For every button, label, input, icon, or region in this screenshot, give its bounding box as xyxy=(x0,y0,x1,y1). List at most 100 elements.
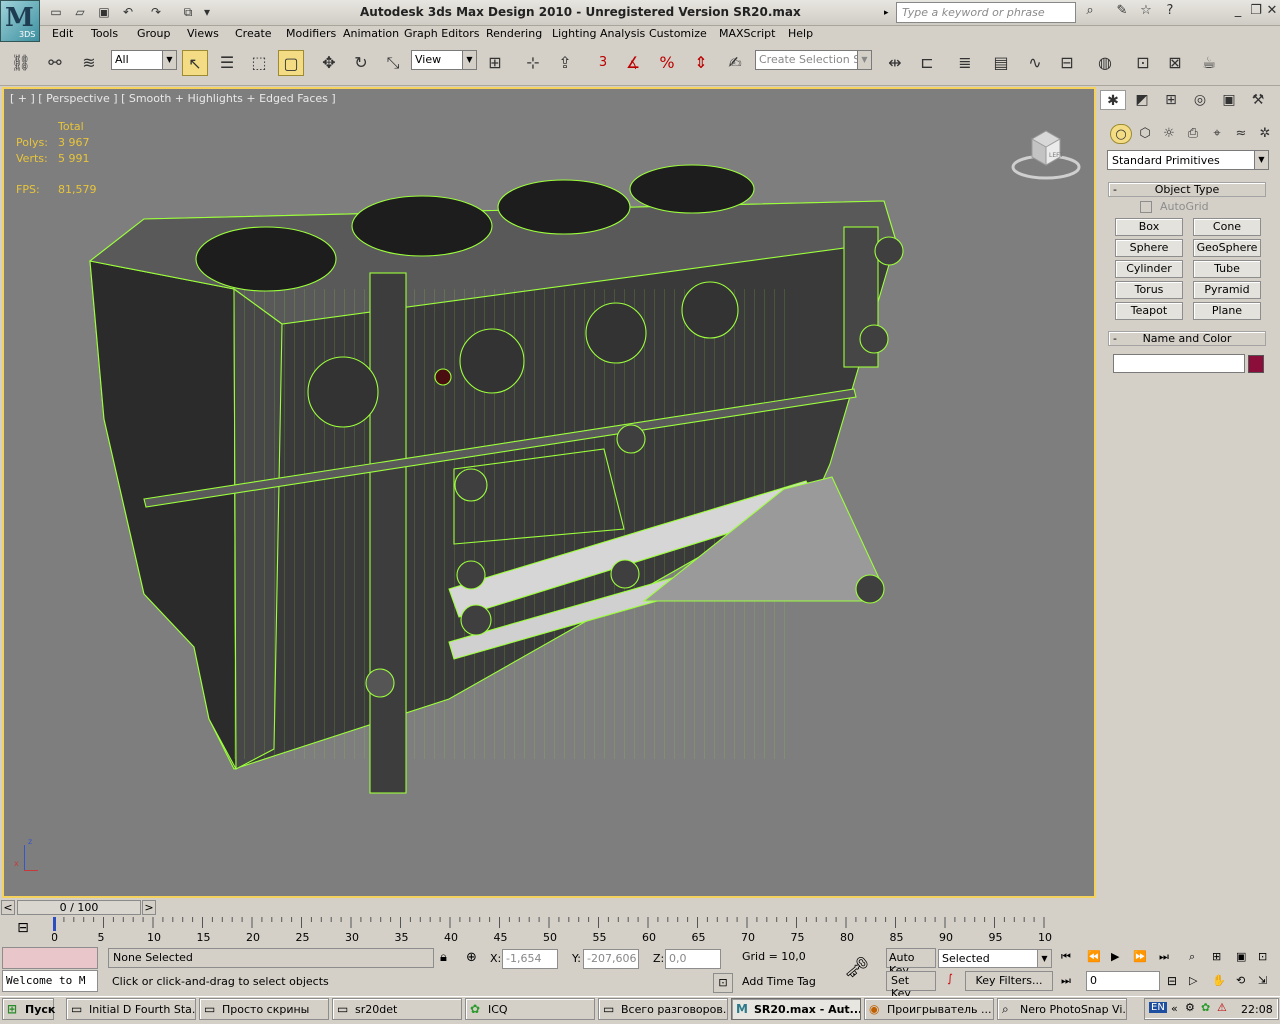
select-and-move-icon[interactable]: ✥ xyxy=(316,50,342,76)
close-icon[interactable]: ✕ xyxy=(1262,3,1280,21)
cone-button[interactable]: Cone xyxy=(1193,218,1261,236)
shapes-category-icon[interactable]: ⬡ xyxy=(1134,124,1156,144)
key-filters-button[interactable]: Key Filters... xyxy=(965,971,1053,991)
zoom-extents-icon[interactable]: ▣ xyxy=(1236,950,1246,963)
pyramid-button[interactable]: Pyramid xyxy=(1193,281,1261,299)
time-configuration-icon[interactable]: ⊟ xyxy=(1167,974,1177,988)
search-binoculars-icon[interactable]: ⌕ xyxy=(1080,3,1100,21)
network-icon[interactable]: ⚙ xyxy=(1185,1001,1195,1014)
geosphere-button[interactable]: GeoSphere xyxy=(1193,239,1261,257)
communication-center-icon[interactable]: ✎ xyxy=(1112,3,1132,21)
open-file-icon[interactable]: ▱ xyxy=(70,3,90,21)
next-frame-icon[interactable]: ⏩ xyxy=(1133,950,1147,963)
object-color-swatch[interactable] xyxy=(1248,355,1264,373)
spinner-snap-icon[interactable]: ⇕ xyxy=(688,50,714,76)
menu-rendering[interactable]: Rendering xyxy=(486,27,542,40)
menu-modifiers[interactable]: Modifiers xyxy=(286,27,336,40)
pan-view-icon[interactable]: ✋ xyxy=(1212,974,1226,987)
absolute-mode-icon[interactable]: ⊕ xyxy=(466,950,477,965)
task-icq[interactable]: ✿ ICQ xyxy=(465,998,595,1020)
task-nero-photosnap[interactable]: ⌕ Nero PhotoSnap Vi... xyxy=(997,998,1127,1020)
search-input[interactable]: Type a keyword or phrase xyxy=(896,2,1076,23)
lock-selection-icon[interactable]: 🔒︎ xyxy=(440,950,447,965)
menu-graph-editors[interactable]: Graph Editors xyxy=(404,27,480,40)
time-slider-next-button[interactable]: > xyxy=(142,900,156,915)
menu-create[interactable]: Create xyxy=(235,27,272,40)
render-setup-icon[interactable]: ⊡ xyxy=(1130,50,1156,76)
goto-start-icon[interactable]: ⏮ xyxy=(1061,950,1071,964)
menu-animation[interactable]: Animation xyxy=(343,27,399,40)
viewcube[interactable]: LEFT xyxy=(1010,121,1082,181)
autogrid-checkbox[interactable]: AutoGrid xyxy=(1140,200,1209,213)
maxscript-listener-macro[interactable] xyxy=(2,947,98,969)
x-coord-field[interactable]: -1,654 xyxy=(502,949,558,969)
previous-frame-icon[interactable]: ⏪ xyxy=(1087,950,1101,963)
rectangular-selection-icon[interactable]: ⬚ xyxy=(246,50,272,76)
icq-tray-icon[interactable]: ✿ xyxy=(1201,1001,1210,1014)
menu-maxscript[interactable]: MAXScript xyxy=(719,27,775,40)
zoom-icon[interactable]: ⌕ xyxy=(1189,950,1195,964)
menu-help[interactable]: Help xyxy=(788,27,813,40)
favorites-star-icon[interactable]: ☆ xyxy=(1136,3,1156,21)
time-slider-thumb[interactable]: 0 / 100 xyxy=(17,900,141,915)
help-icon[interactable]: ? xyxy=(1160,3,1180,21)
zoom-extents-all-icon[interactable]: ⊡ xyxy=(1258,950,1267,963)
object-type-rollout-header[interactable]: - Object Type xyxy=(1108,182,1266,197)
menu-lighting-analysis[interactable]: Lighting Analysis xyxy=(552,27,645,40)
y-coord-field[interactable]: -207,606 xyxy=(583,949,639,969)
named-selection-set-input[interactable]: Create Selection Se ▼ xyxy=(755,50,872,70)
set-key-button[interactable]: Set Key xyxy=(886,971,936,1000)
time-slider-prev-button[interactable]: < xyxy=(1,900,15,915)
systems-category-icon[interactable]: ✲ xyxy=(1254,124,1276,144)
project-folder-icon[interactable]: ⧉ xyxy=(178,3,198,21)
add-time-tag-button[interactable]: Add Time Tag xyxy=(738,973,834,993)
field-of-view-icon[interactable]: ▷ xyxy=(1189,974,1197,987)
display-tab-icon[interactable]: ▣ xyxy=(1216,90,1242,110)
orbit-icon[interactable]: ⟲ xyxy=(1236,974,1245,987)
search-expand-icon[interactable]: ▸ xyxy=(884,3,896,23)
utilities-tab-icon[interactable]: ⚒ xyxy=(1245,90,1271,110)
start-button[interactable]: ⊞ Пуск xyxy=(2,998,55,1020)
mini-curve-editor-icon[interactable]: ⊟ xyxy=(10,920,36,942)
torus-button[interactable]: Torus xyxy=(1115,281,1183,299)
helpers-category-icon[interactable]: ⌖ xyxy=(1206,124,1228,144)
select-by-name-icon[interactable]: ☰ xyxy=(214,50,240,76)
task-initial-d[interactable]: ▭ Initial D Fourth Sta... xyxy=(66,998,196,1020)
task-prosto-skriny[interactable]: ▭ Просто скрины xyxy=(199,998,329,1020)
save-icon[interactable]: ▣ xyxy=(94,3,114,21)
percent-snap-icon[interactable]: % xyxy=(654,50,680,76)
material-editor-icon[interactable]: ◍ xyxy=(1092,50,1118,76)
geometry-category-icon[interactable]: ○ xyxy=(1110,124,1132,144)
task-3dsmax[interactable]: M SR20.max - Aut... xyxy=(731,998,861,1020)
select-and-manipulate-icon[interactable]: ⊹ xyxy=(520,50,546,76)
quick-access-dropdown-icon[interactable]: ▾ xyxy=(200,3,214,21)
maxscript-listener-output[interactable]: Welcome to M xyxy=(2,970,98,992)
z-coord-field[interactable]: 0,0 xyxy=(665,949,721,969)
primitive-category-dropdown[interactable]: Standard Primitives ▼ xyxy=(1107,150,1269,170)
teapot-button[interactable]: Teapot xyxy=(1115,302,1183,320)
default-tangents-icon[interactable]: ∫ xyxy=(940,972,960,992)
reference-coordinate-dropdown[interactable]: View ▼ xyxy=(411,50,477,70)
object-name-input[interactable] xyxy=(1113,354,1245,373)
space-warps-category-icon[interactable]: ≈ xyxy=(1230,124,1252,144)
menu-customize[interactable]: Customize xyxy=(649,27,707,40)
menu-tools[interactable]: Tools xyxy=(91,27,118,40)
goto-end-icon[interactable]: ⏭ xyxy=(1159,950,1169,964)
redo-icon[interactable]: ↷ xyxy=(146,3,166,21)
window-crossing-icon[interactable]: ▢ xyxy=(278,50,304,76)
pivot-center-icon[interactable]: ⊞ xyxy=(482,50,508,76)
select-and-scale-icon[interactable]: ⤡ xyxy=(380,50,406,76)
zoom-all-icon[interactable]: ⊞ xyxy=(1212,950,1221,963)
maximize-viewport-icon[interactable]: ⇲ xyxy=(1258,974,1267,987)
app-logo-button[interactable]: M 3DS xyxy=(0,0,40,42)
engine-block-model[interactable] xyxy=(4,89,1096,898)
cameras-category-icon[interactable]: ⎙ xyxy=(1182,124,1204,144)
align-icon[interactable]: ⊏ xyxy=(914,50,940,76)
layer-manager-icon[interactable]: ≣ xyxy=(952,50,978,76)
hierarchy-tab-icon[interactable]: ⊞ xyxy=(1158,90,1184,110)
key-mode-dropdown[interactable]: Selected ▼ xyxy=(938,949,1052,968)
modify-tab-icon[interactable]: ◩ xyxy=(1129,90,1155,110)
bind-space-warp-icon[interactable]: ≋ xyxy=(76,50,102,76)
antivirus-icon[interactable]: ⚠ xyxy=(1217,1001,1227,1014)
menu-group[interactable]: Group xyxy=(137,27,171,40)
